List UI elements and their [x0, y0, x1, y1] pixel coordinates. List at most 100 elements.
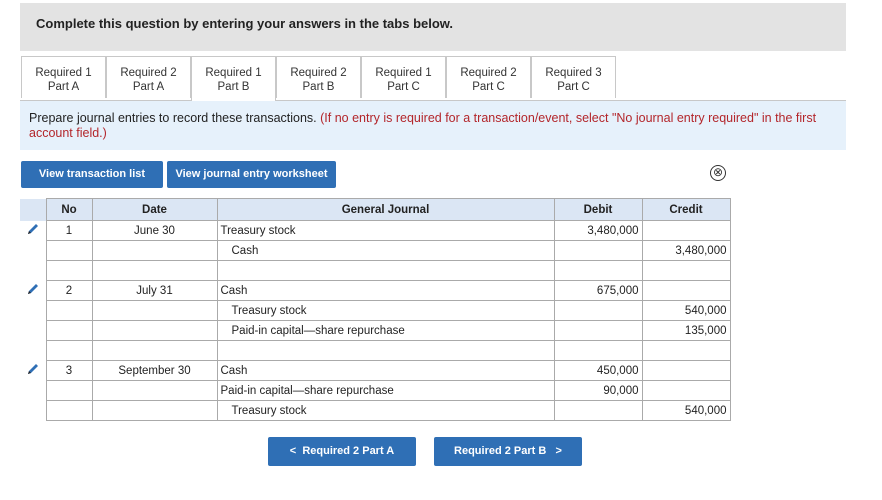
- credit-cell[interactable]: [641, 360, 731, 381]
- header-debit: Debit: [553, 198, 643, 221]
- account-cell[interactable]: Treasury stock: [216, 400, 555, 421]
- entry-number-cell[interactable]: [45, 400, 93, 421]
- table-row: 3 September 30 Cash 450,000: [20, 360, 731, 381]
- date-cell[interactable]: [91, 320, 218, 341]
- edit-cell: [20, 260, 46, 281]
- chevron-right-icon: >: [555, 445, 562, 457]
- tab-label-line1: Required 2: [120, 67, 177, 79]
- entry-number-cell[interactable]: 3: [45, 360, 93, 381]
- date-cell[interactable]: [91, 340, 218, 361]
- entry-number-cell[interactable]: [45, 380, 93, 401]
- tab-label-line2: Part B: [302, 81, 335, 93]
- view-transaction-list-button[interactable]: View transaction list: [21, 161, 163, 188]
- date-cell[interactable]: [91, 240, 218, 261]
- debit-cell[interactable]: 3,480,000: [553, 220, 643, 241]
- tab-required-3-part-c[interactable]: Required 3 Part C: [531, 56, 616, 98]
- tab-required-1-part-b[interactable]: Required 1 Part B: [191, 56, 276, 101]
- tab-label-line2: Part A: [132, 81, 165, 93]
- debit-cell[interactable]: 450,000: [553, 360, 643, 381]
- tab-label-line1: Required 1: [375, 67, 432, 79]
- tab-label-line1: Required 3: [545, 67, 602, 79]
- next-tab-button[interactable]: Required 2 Part B >: [434, 437, 582, 466]
- account-cell[interactable]: Treasury stock: [216, 300, 555, 321]
- tab-label-line2: Part B: [217, 81, 250, 93]
- table-row: Treasury stock 540,000: [20, 400, 731, 421]
- date-cell[interactable]: [91, 400, 218, 421]
- debit-cell[interactable]: 90,000: [553, 380, 643, 401]
- table-row: Paid-in capital—share repurchase 90,000: [20, 380, 731, 401]
- entry-number-cell[interactable]: [45, 300, 93, 321]
- prompt-main: Prepare journal entries to record these …: [29, 111, 321, 125]
- account-cell[interactable]: Treasury stock: [216, 220, 555, 241]
- entry-number-cell[interactable]: 2: [45, 280, 93, 301]
- debit-cell[interactable]: [553, 320, 643, 341]
- instruction-banner: Complete this question by entering your …: [20, 3, 846, 51]
- tab-label-line1: Required 2: [290, 67, 347, 79]
- account-cell[interactable]: Cash: [216, 360, 555, 381]
- table-header-row: No Date General Journal Debit Credit: [20, 198, 731, 221]
- prompt-box: Prepare journal entries to record these …: [20, 100, 846, 150]
- debit-cell[interactable]: [553, 400, 643, 421]
- edit-cell[interactable]: [20, 360, 46, 381]
- table-row: Treasury stock 540,000: [20, 300, 731, 321]
- view-journal-worksheet-button[interactable]: View journal entry worksheet: [167, 161, 336, 188]
- tab-label-line1: Required 2: [460, 67, 517, 79]
- tab-label-line1: Required 1: [205, 67, 262, 79]
- tab-label-line1: Required 1: [35, 67, 92, 79]
- tab-required-2-part-c[interactable]: Required 2 Part C: [446, 56, 531, 98]
- edit-cell: [20, 320, 46, 341]
- edit-column-header: [20, 198, 46, 221]
- table-row: 1 June 30 Treasury stock 3,480,000: [20, 220, 731, 241]
- edit-cell: [20, 300, 46, 321]
- header-general-journal: General Journal: [216, 198, 555, 221]
- tab-required-2-part-a[interactable]: Required 2 Part A: [106, 56, 191, 98]
- prev-tab-button[interactable]: < Required 2 Part A: [268, 437, 416, 466]
- header-credit: Credit: [641, 198, 731, 221]
- credit-cell[interactable]: 3,480,000: [641, 240, 731, 261]
- entry-number-cell[interactable]: 1: [45, 220, 93, 241]
- date-cell[interactable]: [91, 380, 218, 401]
- edit-cell: [20, 340, 46, 361]
- tab-required-2-part-b[interactable]: Required 2 Part B: [276, 56, 361, 98]
- credit-cell[interactable]: 540,000: [641, 300, 731, 321]
- edit-cell[interactable]: [20, 220, 46, 241]
- account-cell[interactable]: [216, 340, 555, 361]
- credit-cell[interactable]: [641, 380, 731, 401]
- pencil-icon[interactable]: [26, 222, 40, 236]
- credit-cell[interactable]: [641, 340, 731, 361]
- debit-cell[interactable]: [553, 260, 643, 281]
- debit-cell[interactable]: [553, 240, 643, 261]
- tab-label-line2: Part A: [47, 81, 80, 93]
- close-icon[interactable]: ⊗: [710, 165, 726, 181]
- credit-cell[interactable]: [641, 220, 731, 241]
- date-cell[interactable]: [91, 260, 218, 281]
- credit-cell[interactable]: [641, 280, 731, 301]
- entry-number-cell[interactable]: [45, 340, 93, 361]
- entry-number-cell[interactable]: [45, 240, 93, 261]
- date-cell[interactable]: July 31: [91, 280, 218, 301]
- date-cell[interactable]: June 30: [91, 220, 218, 241]
- tab-required-1-part-a[interactable]: Required 1 Part A: [21, 56, 106, 98]
- debit-cell[interactable]: [553, 300, 643, 321]
- credit-cell[interactable]: 540,000: [641, 400, 731, 421]
- table-row: [20, 260, 731, 281]
- credit-cell[interactable]: 135,000: [641, 320, 731, 341]
- debit-cell[interactable]: [553, 340, 643, 361]
- account-cell[interactable]: Paid-in capital—share repurchase: [216, 320, 555, 341]
- entry-number-cell[interactable]: [45, 320, 93, 341]
- date-cell[interactable]: [91, 300, 218, 321]
- tab-required-1-part-c[interactable]: Required 1 Part C: [361, 56, 446, 98]
- account-cell[interactable]: Paid-in capital—share repurchase: [216, 380, 555, 401]
- pencil-icon[interactable]: [26, 282, 40, 296]
- debit-cell[interactable]: 675,000: [553, 280, 643, 301]
- entry-number-cell[interactable]: [45, 260, 93, 281]
- pencil-icon[interactable]: [26, 362, 40, 376]
- account-cell[interactable]: [216, 260, 555, 281]
- date-cell[interactable]: September 30: [91, 360, 218, 381]
- credit-cell[interactable]: [641, 260, 731, 281]
- account-cell[interactable]: Cash: [216, 240, 555, 261]
- edit-cell[interactable]: [20, 280, 46, 301]
- header-date: Date: [91, 198, 218, 221]
- tab-label-line2: Part C: [472, 81, 505, 93]
- account-cell[interactable]: Cash: [216, 280, 555, 301]
